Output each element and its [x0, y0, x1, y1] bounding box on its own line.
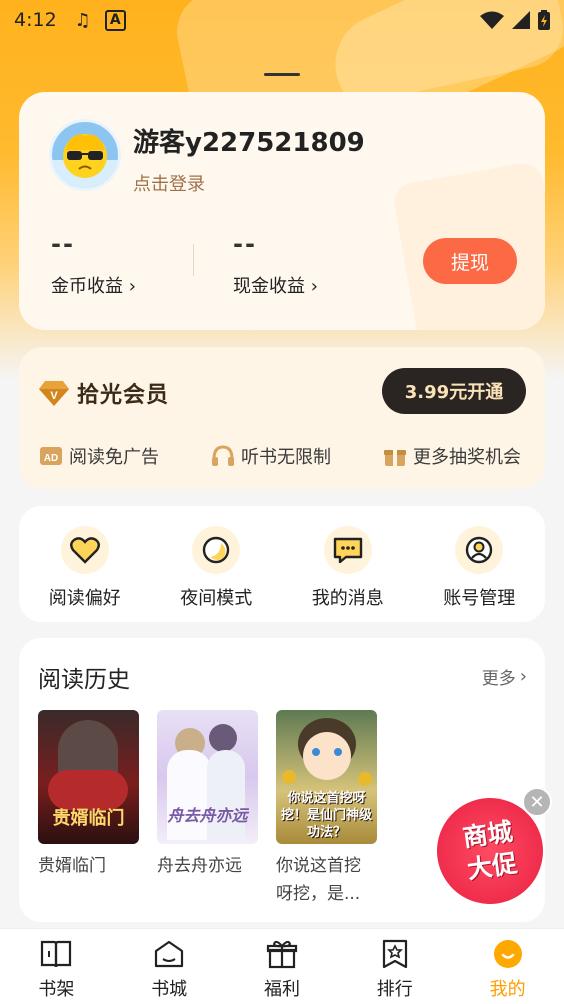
- shortcut-label: 夜间模式: [180, 588, 253, 609]
- gift-icon: [266, 940, 298, 969]
- notification-icon: A: [104, 9, 126, 31]
- withdraw-button[interactable]: 提现: [423, 238, 517, 284]
- login-link[interactable]: 点击登录: [133, 170, 205, 196]
- history-book[interactable]: 舟去舟亦远 舟去舟亦远: [157, 710, 258, 880]
- signal-icon: [512, 11, 530, 29]
- heart-icon: [69, 537, 100, 564]
- bottom-nav: 书架 书城 福利 排行 我的: [0, 928, 564, 1004]
- nav-profile[interactable]: 我的: [451, 929, 564, 1004]
- book-cover: 你说这首挖呀挖！是仙门神级功法？: [276, 710, 377, 844]
- moon-icon: [203, 536, 230, 564]
- nav-label: 我的: [489, 979, 526, 1000]
- book-cover: 贵婿临门: [38, 710, 139, 844]
- vip-title-text: 拾光会员: [77, 383, 170, 408]
- diamond-icon: V: [39, 381, 69, 406]
- cash-earnings[interactable]: -- 现金收益 ›: [233, 230, 318, 298]
- account-icon: [466, 536, 493, 564]
- username: 游客y227521809: [133, 128, 365, 158]
- cash-earnings-label: 现金收益 ›: [233, 276, 318, 297]
- book-title: 舟去舟亦远: [157, 856, 242, 876]
- profile-card: 游客y227521809 点击登录 -- 金币收益 › -- 现金收益 › 提现: [19, 92, 545, 330]
- coin-earnings-value: --: [51, 230, 75, 258]
- music-icon: ♫: [74, 9, 91, 31]
- nav-label: 福利: [263, 979, 300, 1000]
- profile-icon: [493, 940, 522, 968]
- coin-earnings-label: 金币收益 ›: [51, 276, 136, 297]
- vip-title: V 拾光会员: [39, 377, 169, 409]
- vip-card: V 拾光会员 3.99元开通 AD 阅读免广告 听书无限制 更多抽奖机会: [19, 347, 545, 489]
- nav-label: 书城: [151, 979, 188, 1000]
- vip-perk-no-ads: AD 阅读免广告: [39, 443, 159, 469]
- nav-welfare[interactable]: 福利: [226, 929, 339, 1004]
- history-book[interactable]: 贵婿临门 贵婿临门: [38, 710, 139, 880]
- shortcut-reading-preference[interactable]: 阅读偏好: [19, 506, 151, 622]
- vip-perk-label: 更多抽奖机会: [413, 447, 521, 468]
- cash-earnings-value: --: [233, 230, 257, 258]
- coin-earnings[interactable]: -- 金币收益 ›: [51, 230, 136, 298]
- book-cover-title: 你说这首挖呀挖！是仙门神级功法？: [280, 791, 372, 840]
- book-title: 贵婿临门: [38, 856, 106, 876]
- history-title: 阅读历史: [38, 667, 130, 693]
- battery-icon: [538, 10, 550, 30]
- nav-label: 排行: [376, 979, 413, 1000]
- shortcut-label: 账号管理: [443, 588, 516, 609]
- shortcut-label: 阅读偏好: [48, 588, 121, 609]
- svg-text:V: V: [50, 390, 58, 402]
- history-more-label: 更多: [481, 669, 516, 689]
- history-book[interactable]: 你说这首挖呀挖！是仙门神级功法？ 你说这首挖呀挖，是...: [276, 710, 377, 908]
- nav-label: 书架: [38, 979, 75, 1000]
- avatar[interactable]: [49, 119, 121, 191]
- status-bar: 4:12 ♫ A: [0, 0, 564, 40]
- vip-perk-lottery: 更多抽奖机会: [383, 443, 521, 469]
- close-icon[interactable]: ✕: [522, 787, 552, 817]
- status-time: 4:12: [14, 9, 57, 31]
- wifi-icon: [480, 11, 504, 29]
- promo-line-2: 大促: [465, 848, 519, 885]
- nav-ranking[interactable]: 排行: [338, 929, 451, 1004]
- svg-text:AD: AD: [44, 453, 58, 464]
- book-cover-title: 贵婿临门: [52, 808, 125, 829]
- no-ads-icon: AD: [40, 447, 62, 465]
- nav-bookstore[interactable]: 书城: [113, 929, 226, 1004]
- shortcut-night-mode[interactable]: 夜间模式: [151, 506, 283, 622]
- book-cover-title: 舟去舟亦远: [167, 806, 248, 825]
- history-more-link[interactable]: 更多 ›: [482, 664, 527, 689]
- shortcut-messages[interactable]: 我的消息: [282, 506, 414, 622]
- vip-perk-label: 听书无限制: [241, 447, 331, 468]
- nav-bookshelf[interactable]: 书架: [0, 929, 113, 1004]
- shortcut-label: 我的消息: [311, 588, 384, 609]
- bookstore-icon: [155, 940, 184, 968]
- bookshelf-icon: [41, 940, 72, 968]
- ranking-icon: [382, 939, 407, 969]
- headphones-icon: [212, 445, 234, 466]
- gift-box-icon: [384, 450, 406, 466]
- drag-handle[interactable]: [264, 73, 300, 76]
- book-cover: 舟去舟亦远: [157, 710, 258, 844]
- shortcut-account[interactable]: 账号管理: [414, 506, 546, 622]
- shortcut-panel: 阅读偏好 夜间模式 我的消息 账号管理: [19, 506, 545, 622]
- chevron-right-icon: ›: [519, 666, 527, 687]
- vip-perk-label: 阅读免广告: [69, 447, 159, 468]
- divider: [193, 244, 194, 276]
- book-title: 你说这首挖呀挖，是...: [276, 856, 361, 904]
- vip-perk-audio: 听书无限制: [211, 443, 331, 469]
- message-icon: [333, 537, 362, 564]
- vip-open-button[interactable]: 3.99元开通: [382, 368, 526, 414]
